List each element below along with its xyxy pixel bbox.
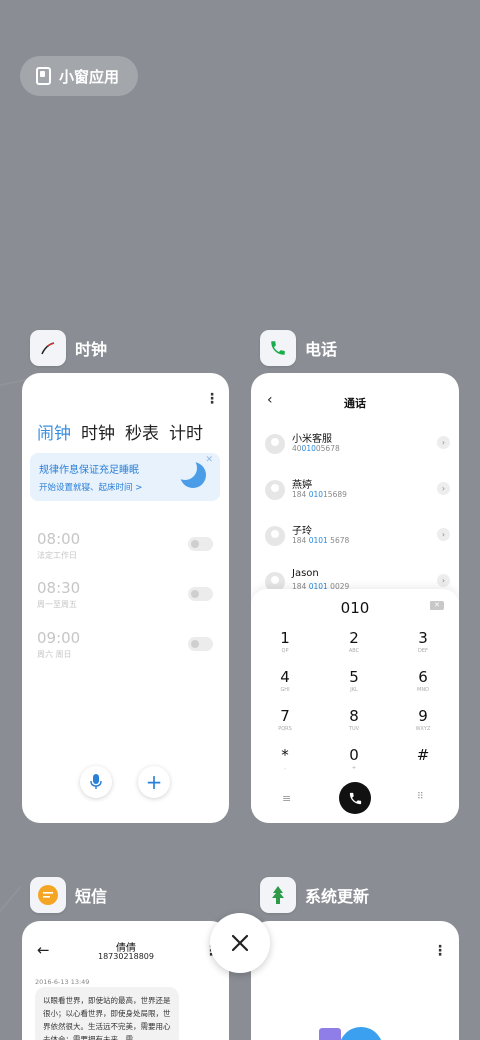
phone-call-icon bbox=[349, 792, 361, 804]
tab-alarm[interactable]: 闹钟 bbox=[37, 419, 71, 444]
contact-number: 4001005678 bbox=[292, 444, 340, 453]
contact-number: 184 0101 5678 bbox=[292, 536, 350, 545]
avatar bbox=[265, 526, 285, 546]
more-options-icon[interactable]: ⋮ bbox=[205, 391, 219, 407]
sms-app-icon bbox=[30, 877, 66, 913]
microphone-icon bbox=[90, 774, 102, 789]
clock-app-icon bbox=[30, 330, 66, 366]
avatar bbox=[265, 480, 285, 500]
contact-name: 子玲 bbox=[292, 526, 312, 537]
sms-card[interactable]: ← 倩倩 18730218809 ⋮ 2016-6-13 13:49 以眼看世界… bbox=[22, 921, 229, 1040]
dial-key[interactable]: *, bbox=[265, 746, 305, 771]
dial-key[interactable]: # bbox=[403, 746, 443, 765]
miui-logo-graphic bbox=[339, 1027, 383, 1040]
plus-icon: + bbox=[145, 770, 163, 794]
backspace-icon[interactable]: ✕ bbox=[430, 601, 444, 610]
alarm-toggle[interactable] bbox=[188, 537, 213, 551]
contact-row[interactable]: 子玲 184 0101 5678 › bbox=[265, 522, 450, 552]
alarm-toggle[interactable] bbox=[188, 587, 213, 601]
sms-contact-number: 18730218809 bbox=[98, 952, 154, 961]
update-app-header[interactable]: 系统更新 bbox=[260, 877, 369, 913]
message-bubble[interactable]: 以眼看世界，即使站的最高，世界还是很小；以心看世界，即使身处局限，世界依然很大。… bbox=[35, 987, 179, 1040]
contact-row[interactable]: 燕婷 184 01015689 › bbox=[265, 476, 450, 506]
alarm-time: 08:30 bbox=[37, 579, 81, 597]
update-card[interactable]: ⋮ bbox=[251, 921, 459, 1040]
floating-window-button[interactable]: 小窗应用 bbox=[20, 56, 138, 96]
dial-key[interactable]: 0 + bbox=[334, 746, 374, 771]
more-options-icon[interactable]: ⋮ bbox=[433, 943, 447, 959]
alarm-repeat: 周六 周日 bbox=[37, 650, 72, 659]
phone-app-header[interactable]: 电话 bbox=[260, 330, 337, 366]
sleep-banner[interactable]: 规律作息保证充足睡眠 开始设置就寝、起床时间 > ✕ bbox=[30, 453, 220, 501]
dial-key[interactable]: 1 QP bbox=[265, 629, 305, 654]
close-banner-icon[interactable]: ✕ bbox=[205, 455, 213, 465]
message-date: 2016-6-13 13:49 bbox=[35, 978, 90, 986]
phone-title: 通话 bbox=[344, 397, 366, 410]
tab-clock[interactable]: 时钟 bbox=[81, 419, 115, 444]
window-icon bbox=[36, 67, 51, 85]
dial-input[interactable]: 010 bbox=[251, 599, 459, 617]
dial-key[interactable]: 6 MNO bbox=[403, 668, 443, 693]
sms-app-header[interactable]: 短信 bbox=[30, 877, 107, 913]
alarm-item[interactable]: 08:00 法定工作日 bbox=[37, 530, 80, 561]
contact-name: 小米客服 bbox=[292, 434, 332, 445]
chevron-right-icon[interactable]: › bbox=[437, 436, 450, 449]
contact-number: 184 01015689 bbox=[292, 490, 347, 499]
alarm-item[interactable]: 09:00 周六 周日 bbox=[37, 629, 80, 660]
update-app-icon bbox=[260, 877, 296, 913]
dial-key[interactable]: 2 ABC bbox=[334, 629, 374, 654]
dialpad-grid-icon[interactable]: ⠿ bbox=[417, 792, 424, 802]
alarm-repeat: 周一至周五 bbox=[37, 600, 77, 609]
dial-key[interactable]: 5 JKL bbox=[334, 668, 374, 693]
dial-key[interactable]: 9 WXYZ bbox=[403, 707, 443, 732]
tab-timer[interactable]: 计时 bbox=[169, 419, 203, 444]
clock-card[interactable]: ⋮ 闹钟 时钟 秒表 计时 规律作息保证充足睡眠 开始设置就寝、起床时间 > ✕… bbox=[22, 373, 229, 823]
chevron-right-icon[interactable]: › bbox=[437, 482, 450, 495]
alarm-item[interactable]: 08:30 周一至周五 bbox=[37, 579, 80, 610]
phone-app-name: 电话 bbox=[305, 340, 338, 359]
dial-key[interactable]: 4 GHI bbox=[265, 668, 305, 693]
menu-icon[interactable]: ≡ bbox=[282, 792, 291, 805]
add-alarm-button[interactable]: + bbox=[138, 766, 170, 798]
voice-button[interactable] bbox=[80, 766, 112, 798]
close-all-button[interactable] bbox=[210, 913, 270, 973]
dial-key[interactable]: 7 PQRS bbox=[265, 707, 305, 732]
dialpad: 010 ✕ 1 QP 2 ABC 3 DEF 4 GHI 5 JKL 6 MNO 7 PQRS… bbox=[251, 589, 459, 823]
moon-icon bbox=[173, 456, 206, 488]
contact-row[interactable]: 小米客服 4001005678 › bbox=[265, 430, 450, 460]
clock-app-name: 时钟 bbox=[75, 340, 108, 359]
contact-name: 燕婷 bbox=[292, 480, 312, 491]
floating-window-label: 小窗应用 bbox=[59, 67, 120, 86]
phone-app-icon bbox=[260, 330, 296, 366]
sms-app-name: 短信 bbox=[75, 887, 108, 906]
close-icon bbox=[231, 934, 249, 952]
tab-stopwatch[interactable]: 秒表 bbox=[125, 419, 159, 444]
clock-tabs: 闹钟 时钟 秒表 计时 bbox=[37, 419, 203, 444]
miui-logo-graphic bbox=[319, 1028, 341, 1040]
avatar bbox=[265, 434, 285, 454]
phone-card[interactable]: ‹ 通话 小米客服 4001005678 › 燕婷 184 01015689 ›… bbox=[251, 373, 459, 823]
clock-app-header[interactable]: 时钟 bbox=[30, 330, 107, 366]
alarm-time: 09:00 bbox=[37, 629, 81, 647]
dial-key[interactable]: 8 TUV bbox=[334, 707, 374, 732]
alarm-time: 08:00 bbox=[37, 530, 81, 548]
chevron-right-icon[interactable]: › bbox=[437, 528, 450, 541]
dial-key[interactable]: 3 DEF bbox=[403, 629, 443, 654]
contact-name: Jason bbox=[292, 568, 319, 579]
update-app-name: 系统更新 bbox=[305, 887, 370, 906]
call-button[interactable] bbox=[339, 782, 371, 814]
alarm-toggle[interactable] bbox=[188, 637, 213, 651]
alarm-repeat: 法定工作日 bbox=[37, 551, 77, 560]
wallpaper-line bbox=[0, 886, 22, 934]
chevron-right-icon[interactable]: › bbox=[437, 574, 450, 587]
